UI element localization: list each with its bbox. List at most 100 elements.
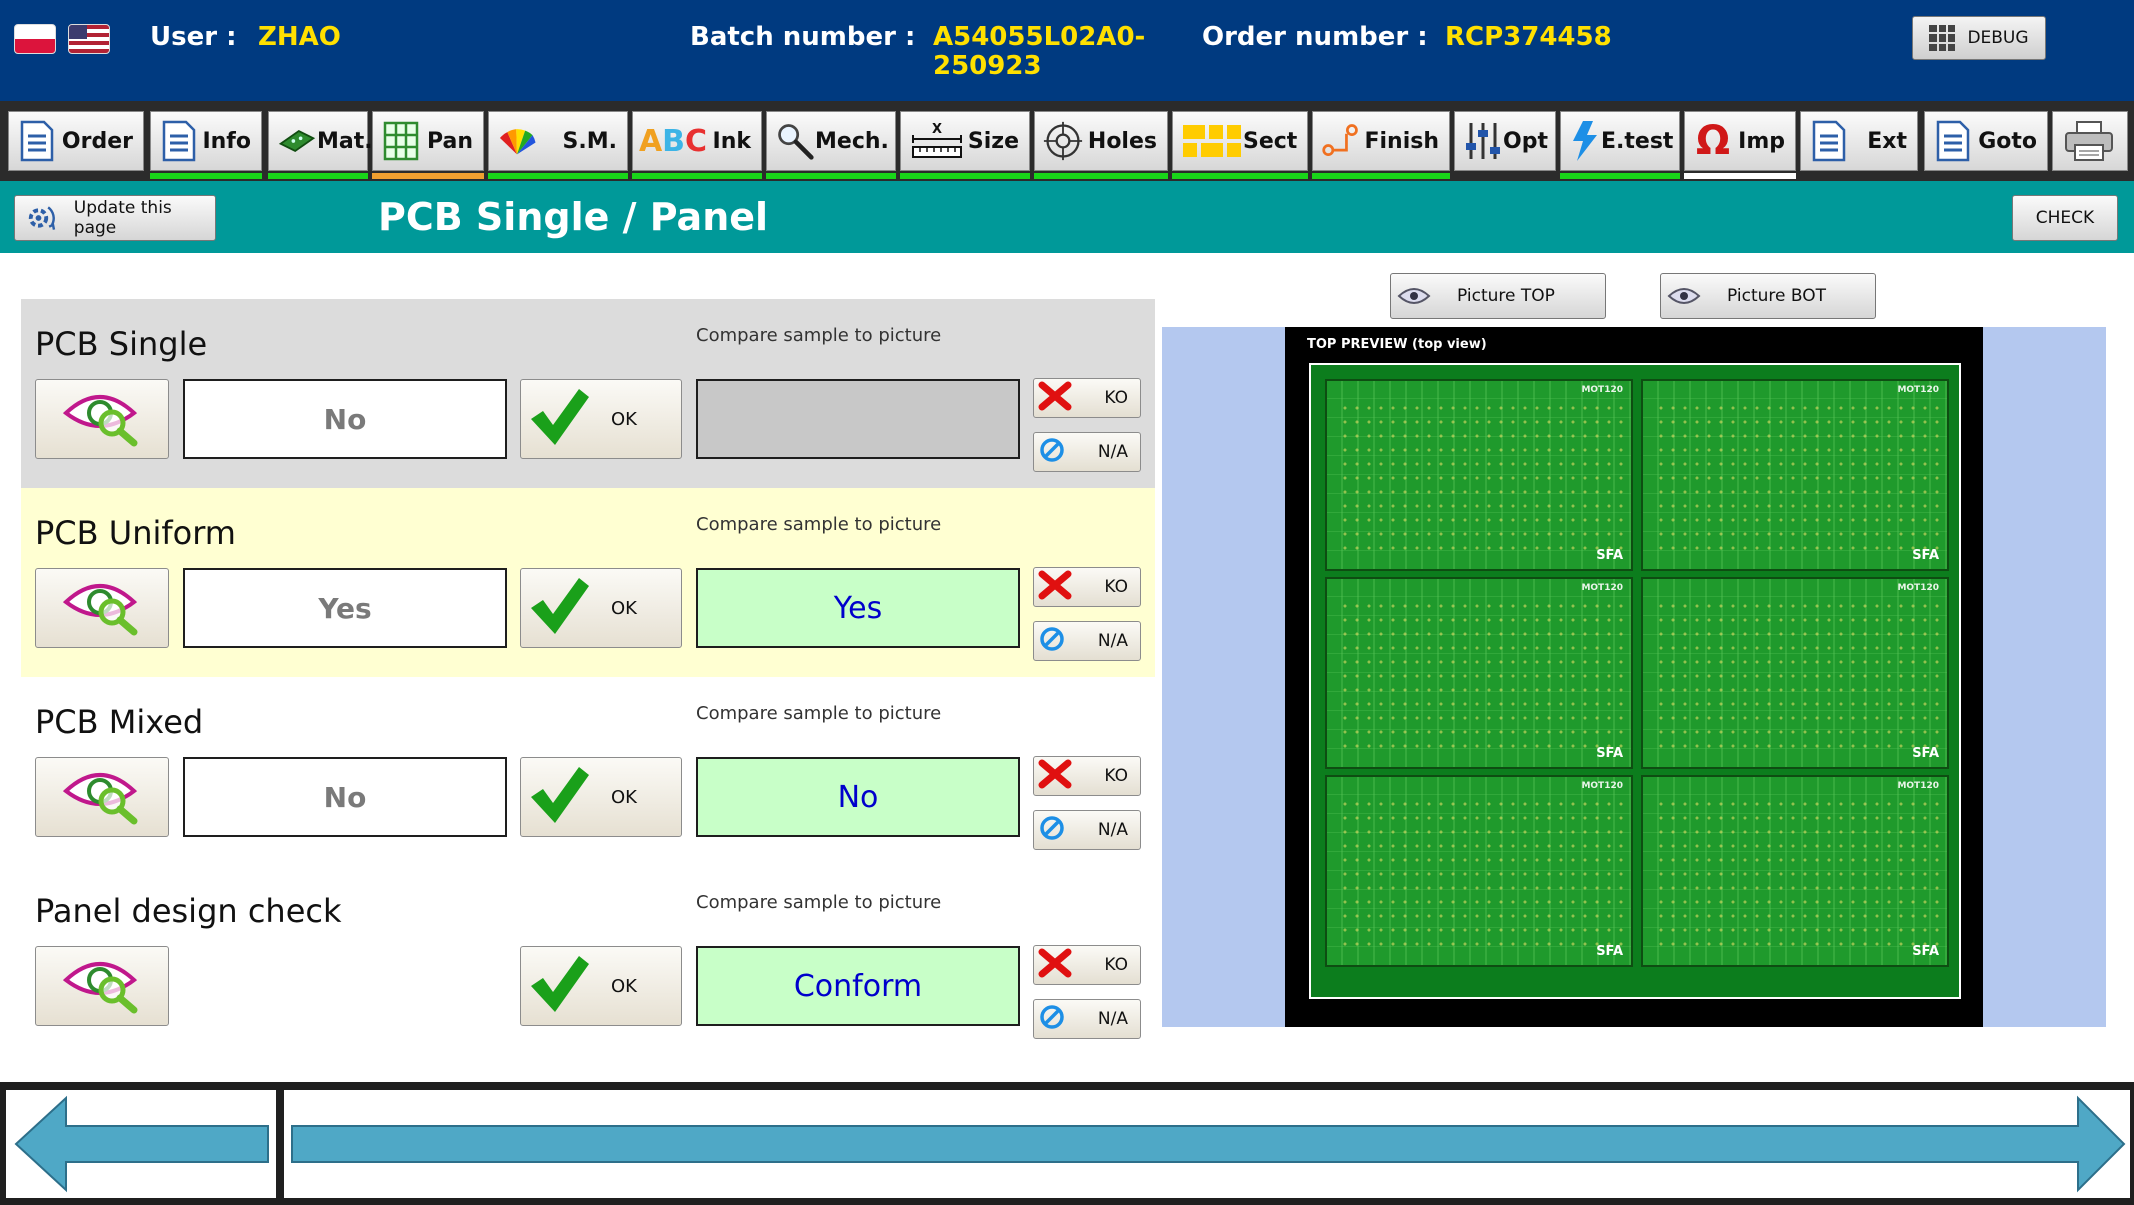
pcb-board: MOT120 SFA: [1325, 379, 1633, 571]
pcb-board: MOT120 SFA: [1325, 577, 1633, 769]
next-page-button[interactable]: [284, 1090, 2130, 1198]
ko-button[interactable]: KO: [1033, 567, 1141, 607]
print-button[interactable]: [2052, 111, 2128, 171]
crosshair-icon: [1043, 119, 1083, 163]
section-title: PCB Mixed: [35, 703, 204, 741]
tab-imp[interactable]: Ω Imp: [1684, 111, 1796, 171]
tab-info-indicator: [150, 173, 262, 179]
view-picture-button[interactable]: [35, 568, 169, 648]
tab-holes[interactable]: Holes: [1034, 111, 1168, 171]
omega-icon: Ω: [1695, 118, 1730, 164]
document-icon: [1809, 119, 1849, 163]
sample-value-field[interactable]: No: [183, 379, 507, 459]
check-section: PCB Uniform Compare sample to picture Ye…: [21, 488, 1155, 677]
tab-info-label: Info: [202, 128, 251, 154]
picture-bot-label: Picture BOT: [1727, 286, 1826, 306]
previous-page-button[interactable]: [6, 1090, 276, 1198]
tab-etest[interactable]: E.test: [1560, 111, 1680, 171]
ok-button[interactable]: OK: [520, 757, 682, 837]
tab-sect[interactable]: Sect: [1172, 111, 1308, 171]
na-button[interactable]: N/A: [1033, 810, 1141, 850]
red-x-icon: [1038, 759, 1072, 794]
tab-goto-label: Goto: [1978, 128, 2037, 154]
na-button[interactable]: N/A: [1033, 621, 1141, 661]
document-icon: [17, 119, 57, 163]
section-subtitle: Compare sample to picture: [696, 703, 942, 724]
tab-sm[interactable]: S.M.: [488, 111, 628, 171]
tab-mat[interactable]: Mat.: [268, 111, 373, 171]
result-field: [696, 379, 1020, 459]
board-logo: SFA: [1912, 746, 1939, 761]
arrow-right-icon: [291, 1095, 2126, 1193]
eye-magnifier-icon: [60, 765, 144, 829]
route-icon: [1321, 119, 1361, 163]
pcb-board: MOT120 SFA: [1641, 577, 1949, 769]
na-button[interactable]: N/A: [1033, 999, 1141, 1039]
tab-sm-label: S.M.: [562, 128, 617, 154]
ok-button[interactable]: OK: [520, 568, 682, 648]
view-picture-button[interactable]: [35, 757, 169, 837]
sample-value-field[interactable]: No: [183, 757, 507, 837]
ko-button[interactable]: KO: [1033, 378, 1141, 418]
eye-magnifier-icon: [60, 954, 144, 1018]
usa-flag-icon[interactable]: [68, 24, 110, 54]
section-subtitle: Compare sample to picture: [696, 325, 942, 346]
tab-pan[interactable]: Pan: [372, 111, 484, 171]
magnifier-icon: [775, 119, 815, 163]
tab-pan-label: Pan: [426, 128, 473, 154]
app-window: User : ZHAO Batch number : A54055L02A0- …: [0, 0, 2134, 1205]
color-fan-icon: [497, 119, 537, 163]
ok-label: OK: [611, 408, 637, 430]
tab-mat-label: Mat.: [317, 128, 373, 154]
ko-label: KO: [1104, 766, 1128, 786]
debug-button-label: DEBUG: [1967, 28, 2029, 48]
view-picture-button[interactable]: [35, 946, 169, 1026]
preview-title: TOP PREVIEW (top view): [1307, 337, 1487, 352]
ko-button[interactable]: KO: [1033, 756, 1141, 796]
tab-opt[interactable]: Opt: [1454, 111, 1556, 171]
svg-text:X: X: [932, 122, 942, 137]
eye-magnifier-icon: [60, 576, 144, 640]
ok-label: OK: [611, 597, 637, 619]
tab-mech[interactable]: Mech.: [766, 111, 896, 171]
bottom-navigation: [0, 1082, 2134, 1205]
update-page-label: Update this page: [73, 198, 172, 238]
order-number-label: Order number :: [1202, 22, 1428, 52]
tab-mech-indicator: [766, 173, 896, 179]
na-label: N/A: [1097, 1009, 1128, 1029]
tab-ext[interactable]: Ext: [1800, 111, 1918, 171]
result-field: Yes: [696, 568, 1020, 648]
ok-button[interactable]: OK: [520, 379, 682, 459]
picture-top-button[interactable]: Picture TOP: [1390, 273, 1606, 319]
pcb-pads: [1339, 599, 1629, 749]
tab-finish[interactable]: Finish: [1312, 111, 1450, 171]
debug-button[interactable]: DEBUG: [1912, 16, 2046, 60]
tab-size-label: Size: [967, 128, 1019, 154]
ok-button[interactable]: OK: [520, 946, 682, 1026]
view-picture-button[interactable]: [35, 379, 169, 459]
picture-bot-button[interactable]: Picture BOT: [1660, 273, 1876, 319]
tab-goto[interactable]: Goto: [1924, 111, 2048, 171]
user-value: ZHAO: [258, 22, 341, 52]
tab-info[interactable]: Info: [150, 111, 262, 171]
tab-order[interactable]: Order: [8, 111, 144, 171]
red-x-icon: [1038, 570, 1072, 605]
header-bar: User : ZHAO Batch number : A54055L02A0- …: [0, 0, 2134, 101]
sample-value-field[interactable]: Yes: [183, 568, 507, 648]
document-icon: [1933, 119, 1973, 163]
na-button[interactable]: N/A: [1033, 432, 1141, 472]
tab-imp-label: Imp: [1738, 128, 1785, 154]
ko-button[interactable]: KO: [1033, 945, 1141, 985]
check-button[interactable]: CHECK: [2012, 195, 2118, 241]
lightning-icon: [1569, 119, 1601, 163]
tab-ink[interactable]: ABC Ink: [632, 111, 762, 171]
checkmark-icon: [527, 385, 591, 454]
tab-holes-indicator: [1034, 173, 1168, 179]
board-logo: SFA: [1596, 746, 1623, 761]
ko-label: KO: [1104, 577, 1128, 597]
poland-flag-icon[interactable]: [14, 24, 56, 54]
pcb-pads: [1655, 599, 1945, 749]
sliders-icon: [1463, 119, 1503, 163]
update-page-button[interactable]: Update this page: [14, 195, 216, 241]
tab-size[interactable]: X Size: [900, 111, 1030, 171]
